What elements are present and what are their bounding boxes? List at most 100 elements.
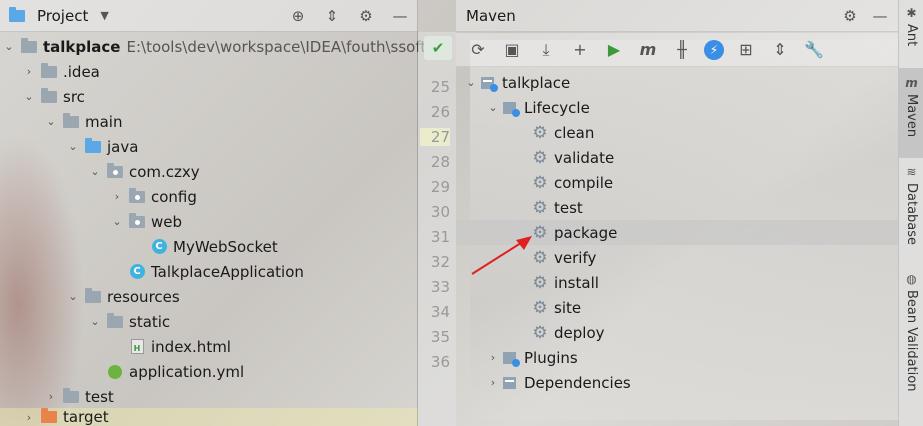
lifecycle-phase-package[interactable]: ⚙ package <box>456 220 898 245</box>
lifecycle-phase-verify[interactable]: ⚙ verify <box>530 245 596 270</box>
tool-tab-label: Ant <box>904 24 919 47</box>
phase-label: package <box>554 223 618 242</box>
maven-plugins[interactable]: › Plugins <box>486 345 578 370</box>
module-folder-icon <box>20 37 38 55</box>
tool-tab-ant[interactable]: ✱ Ant <box>899 6 923 60</box>
lifecycle-phase-site[interactable]: ⚙ site <box>530 295 581 320</box>
lifecycle-phase-deploy[interactable]: ⚙ deploy <box>530 320 604 345</box>
tree-item-label: application.yml <box>129 362 245 381</box>
chevron-right-icon[interactable]: › <box>486 351 500 364</box>
tree-item-src[interactable]: ⌄ src <box>22 84 85 109</box>
html-file-icon: H <box>128 339 146 355</box>
tree-item-resources[interactable]: ⌄ resources <box>66 284 180 309</box>
tree-item-application-yml[interactable]: application.yml <box>88 359 244 384</box>
resources-folder-icon <box>84 287 102 305</box>
chevron-down-icon[interactable]: ⌄ <box>2 40 16 53</box>
download-icon[interactable]: ⤓ <box>534 38 558 62</box>
plugins-label: Plugins <box>524 348 578 367</box>
collapse-all-icon[interactable]: ⇕ <box>322 6 342 26</box>
tree-item-web[interactable]: ⌄ web <box>110 209 182 234</box>
tree-item-index-html[interactable]: H index.html <box>110 334 231 359</box>
tree-item-talkplaceapplication[interactable]: C TalkplaceApplication <box>110 259 304 284</box>
gear-icon: ⚙ <box>532 322 548 343</box>
locate-icon[interactable]: ⊕ <box>288 6 308 26</box>
chevron-down-icon[interactable]: ⌄ <box>464 76 478 89</box>
tree-item-config[interactable]: › config <box>110 184 197 209</box>
phase-label: compile <box>554 173 614 192</box>
gear-icon: ⚙ <box>532 272 548 293</box>
minimize-icon[interactable]: — <box>390 6 410 26</box>
lifecycle-phase-install[interactable]: ⚙ install <box>530 270 599 295</box>
chevron-down-icon: ▼ <box>100 9 109 22</box>
wrench-icon[interactable]: 🔧 <box>802 38 826 62</box>
chevron-down-icon[interactable]: ⌄ <box>22 90 36 103</box>
lifecycle-phase-compile[interactable]: ⚙ compile <box>530 170 613 195</box>
maven-panel: Maven ⚙ — ⟳ ▣ ⤓ + ▶ m ╫ ⚡ ⊞ ⇕ 🔧 ⌄ talkpl… <box>456 0 898 426</box>
gear-icon[interactable]: ⚙ <box>356 6 376 26</box>
project-panel-header: Project ▼ ⊕ ⇕ ⚙ — <box>0 0 418 32</box>
skip-tests-icon[interactable]: ╫ <box>670 38 694 62</box>
chevron-down-icon[interactable]: ⌄ <box>66 290 80 303</box>
phase-label: test <box>554 198 583 217</box>
gear-icon[interactable]: ⚙ <box>840 6 860 26</box>
database-icon: ≋ <box>906 165 917 179</box>
chevron-down-icon[interactable]: ⌄ <box>110 215 124 228</box>
ant-icon: ✱ <box>906 6 917 20</box>
tree-item-com-czxy[interactable]: ⌄ com.czxy <box>88 159 200 184</box>
chevron-right-icon[interactable]: › <box>22 65 36 78</box>
folder-icon <box>106 312 124 330</box>
project-view-selector[interactable]: Project ▼ <box>0 6 109 25</box>
execute-goal-icon[interactable]: m <box>636 38 660 62</box>
package-icon <box>128 187 146 205</box>
editor-gutter: 25 26 27 28 29 30 31 32 33 34 35 36 <box>418 32 456 426</box>
inspection-ok-icon[interactable]: ✔ <box>424 36 452 60</box>
lifecycle-phase-test[interactable]: ⚙ test <box>530 195 583 220</box>
tree-item-static[interactable]: ⌄ static <box>88 309 170 334</box>
chevron-right-icon[interactable]: › <box>486 376 500 389</box>
add-icon[interactable]: + <box>568 38 592 62</box>
package-icon <box>106 162 124 180</box>
chevron-down-icon[interactable]: ⌄ <box>88 165 102 178</box>
chevron-down-icon[interactable]: ⌄ <box>66 140 80 153</box>
chevron-right-icon[interactable]: › <box>44 390 58 403</box>
lifecycle-phase-clean[interactable]: ⚙ clean <box>530 120 594 145</box>
reload-icon[interactable]: ⟳ <box>466 38 490 62</box>
tree-item-idea[interactable]: › .idea <box>22 59 100 84</box>
line-number: 32 <box>430 253 450 271</box>
tree-item-talkplace[interactable]: ⌄ talkplace E:\tools\dev\workspace\IDEA\… <box>2 34 431 59</box>
tree-item-java[interactable]: ⌄ java <box>66 134 138 159</box>
collapse-all-icon[interactable]: ⇕ <box>768 38 792 62</box>
maven-lifecycle[interactable]: ⌄ Lifecycle <box>486 95 590 120</box>
tool-tab-label: Bean Validation <box>904 290 919 392</box>
lifecycle-phase-validate[interactable]: ⚙ validate <box>530 145 614 170</box>
minimize-icon[interactable]: — <box>870 6 890 26</box>
line-number: 27 <box>420 128 450 146</box>
tool-tab-maven[interactable]: m Maven <box>899 68 923 158</box>
tool-tab-bean-validation[interactable]: ◍ Bean Validation <box>899 272 923 422</box>
lifecycle-label: Lifecycle <box>524 98 590 117</box>
gear-icon: ⚙ <box>532 122 548 143</box>
tool-tab-database[interactable]: ≋ Database <box>899 165 923 255</box>
tree-item-label: target <box>63 408 109 426</box>
chevron-down-icon[interactable]: ⌄ <box>88 315 102 328</box>
folder-icon <box>62 387 80 405</box>
maven-project-talkplace[interactable]: ⌄ talkplace <box>464 70 570 95</box>
chevron-down-icon[interactable]: ⌄ <box>44 115 58 128</box>
show-dependencies-icon[interactable]: ⊞ <box>734 38 758 62</box>
chevron-right-icon[interactable]: › <box>22 411 36 424</box>
chevron-down-icon[interactable]: ⌄ <box>486 101 500 114</box>
line-number: 33 <box>430 278 450 296</box>
tree-item-mywebsocket[interactable]: C MyWebSocket <box>132 234 278 259</box>
project-header-tools: ⊕ ⇕ ⚙ — <box>288 0 410 32</box>
chevron-right-icon[interactable]: › <box>110 190 124 203</box>
maven-panel-header: Maven ⚙ — <box>456 0 898 32</box>
offline-mode-icon[interactable]: ⚡ <box>704 39 724 60</box>
tree-item-label: src <box>63 87 85 106</box>
run-icon[interactable]: ▶ <box>602 38 626 62</box>
tree-item-target[interactable]: › target <box>22 408 109 426</box>
generate-sources-icon[interactable]: ▣ <box>500 38 524 62</box>
maven-dependencies[interactable]: › Dependencies <box>486 370 631 395</box>
tree-item-main[interactable]: ⌄ main <box>44 109 122 134</box>
gear-icon: ⚙ <box>532 222 548 243</box>
tree-item-test[interactable]: › test <box>44 384 114 409</box>
